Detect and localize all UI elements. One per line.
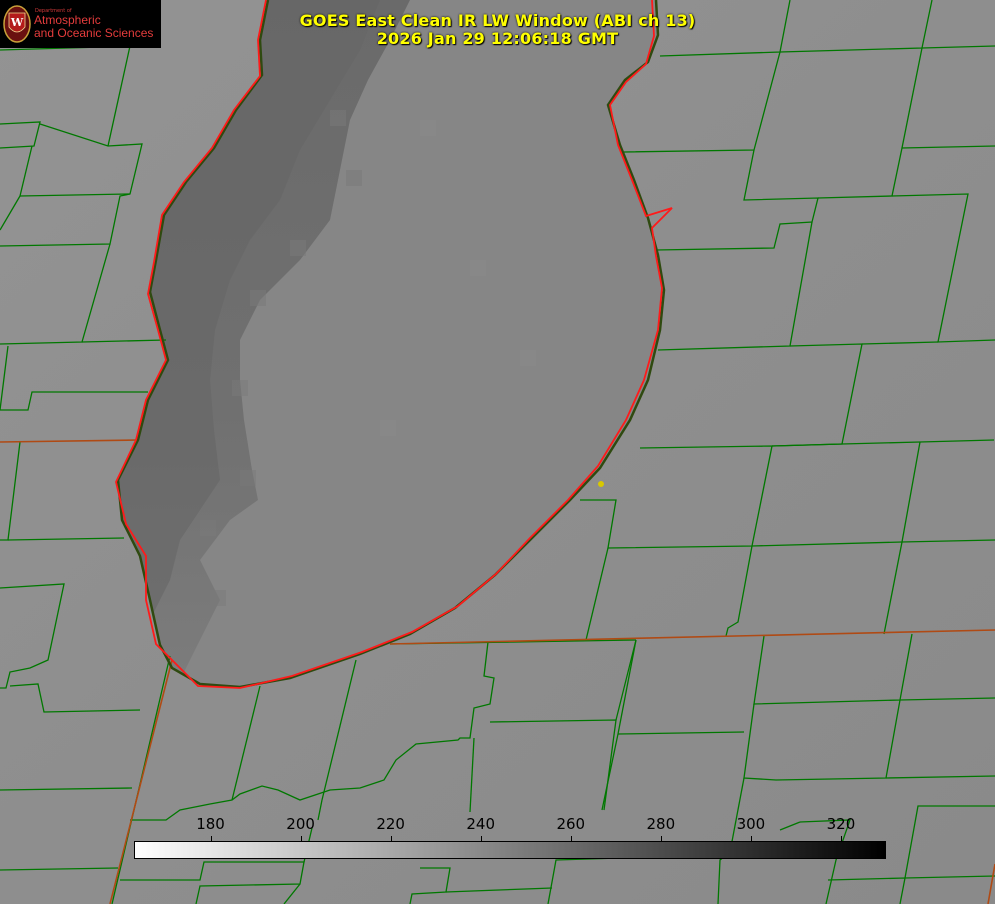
colorbar-tick-mark: [301, 836, 302, 841]
colorbar-tick-label: 280: [646, 815, 676, 833]
colorbar-tick-mark: [211, 836, 212, 841]
colorbar-tick-label: 260: [556, 815, 586, 833]
satellite-map: [0, 0, 995, 904]
colorbar-tick-label: 200: [286, 815, 315, 833]
colorbar-tick-mark: [571, 836, 572, 841]
colorbar-tick-mark: [481, 836, 482, 841]
colorbar-tick-mark: [661, 836, 662, 841]
colorbar-tick-mark: [391, 836, 392, 841]
temperature-colorbar: [134, 841, 886, 859]
colorbar-tick-label: 180: [196, 815, 225, 833]
colorbar-tick-label: 300: [736, 815, 766, 833]
station-marker: [598, 481, 604, 487]
logo-line1: Atmospheric: [34, 13, 101, 27]
svg-text:W: W: [10, 16, 24, 29]
uw-crest-icon: W: [3, 5, 31, 43]
satellite-map-viewer: GOES East Clean IR LW Window (ABI ch 13)…: [0, 0, 995, 904]
colorbar-tick-mark: [751, 836, 752, 841]
colorbar-tick-mark: [841, 836, 842, 841]
colorbar-tick-label: 240: [466, 815, 496, 833]
logo-line2: and Oceanic Sciences: [34, 26, 154, 40]
colorbar-tick-label: 320: [826, 815, 856, 833]
aos-logo: W Department of Atmospheric and Oceanic …: [0, 0, 161, 48]
colorbar-tick-label: 220: [376, 815, 405, 833]
